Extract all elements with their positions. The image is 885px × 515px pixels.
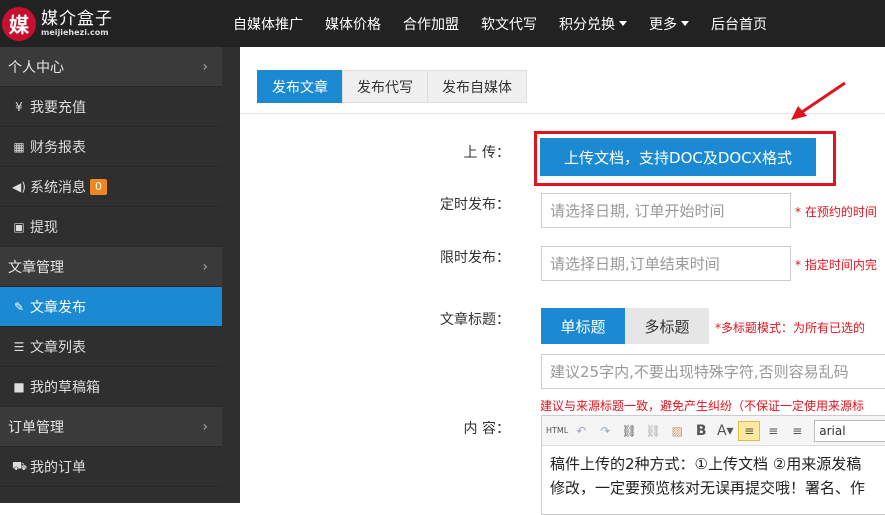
align-right-icon[interactable]: ≡ <box>786 421 808 441</box>
sidebar-item-label: 文章发布 <box>30 299 86 316</box>
nav-item-copywriting[interactable]: 软文代写 <box>470 0 548 47</box>
sidebar-item-messages[interactable]: ◀) 系统消息 0 <box>0 167 222 207</box>
sidebar-item-my-orders[interactable]: ⛟ 我的订单 <box>0 447 222 487</box>
sidebar-item-drafts[interactable]: ■ 我的草稿箱 <box>0 367 222 407</box>
speaker-icon: ◀) <box>12 179 26 194</box>
sidebar-item-label: 财务报表 <box>30 139 86 156</box>
yen-icon: ¥ <box>15 99 23 114</box>
tab-publish-self-media[interactable]: 发布自媒体 <box>427 70 527 103</box>
caret-down-icon <box>619 21 627 26</box>
sidebar-item-label: 文章列表 <box>30 339 86 356</box>
sidebar-group-personal[interactable]: 个人中心 › <box>0 47 222 87</box>
schedule-date-input[interactable]: 请选择日期, 订单开始时间 <box>541 193 791 228</box>
nav-label: 更多 <box>649 16 677 33</box>
logo-text: 媒介盒子 meijiehezi.com <box>41 10 113 38</box>
editor-toolbar: HTML ↶ ↷ ⛓ ⛓ ▨ B A▾ ≡ ≡ ≡ arial <box>542 416 885 446</box>
deadline-hint: * 指定时间内完 <box>795 258 877 272</box>
sidebar-item-label: 文章管理 <box>8 259 64 276</box>
sidebar-item-label: 我的订单 <box>30 459 86 476</box>
sidebar-item-publish-article[interactable]: ✎ 文章发布 <box>0 287 222 327</box>
sidebar-item-label: 我要充值 <box>30 99 86 116</box>
deadline-label: 限时发布： <box>440 250 510 266</box>
red-arrow-icon <box>791 81 846 120</box>
chevron-right-icon: › <box>202 419 208 435</box>
sidebar-item-withdraw[interactable]: ▣ 提现 <box>0 207 222 247</box>
editor-content[interactable]: 稿件上传的2种方式：①上传文档 ②用来源发稿 修改，一定要预览核对无误再提交哦！… <box>542 446 885 506</box>
nav-label: 后台首页 <box>711 16 767 33</box>
nav-item-partnership[interactable]: 合作加盟 <box>392 0 470 47</box>
nav-item-dashboard[interactable]: 后台首页 <box>700 0 778 47</box>
nav-label: 软文代写 <box>481 16 537 33</box>
sidebar-group-articles[interactable]: 文章管理 › <box>0 247 222 287</box>
undo-icon[interactable]: ↶ <box>570 421 592 441</box>
sidebar: 个人中心 › ¥ 我要充值 ▦ 财务报表 ◀) 系统消息 0 ▣ 提现 文章管理… <box>0 47 222 503</box>
sidebar-item-label: 我的草稿箱 <box>30 379 100 396</box>
publish-tabs: 发布文章 发布代写 发布自媒体 <box>257 70 527 103</box>
table-icon: ▦ <box>13 139 25 154</box>
bold-icon[interactable]: B <box>690 421 712 441</box>
logo-mark: 媒 <box>2 6 36 41</box>
sidebar-item-label: 个人中心 <box>8 59 64 76</box>
multi-title-hint: *多标题模式：为所有已选的 <box>715 321 866 335</box>
schedule-hint: * 在预约的时间 <box>795 205 877 219</box>
align-center-icon[interactable]: ≡ <box>762 421 784 441</box>
cash-icon: ▣ <box>13 219 25 234</box>
nav-label: 积分兑换 <box>559 16 615 33</box>
sidebar-item-recharge[interactable]: ¥ 我要充值 <box>0 87 222 127</box>
message-count-badge: 0 <box>90 178 107 195</box>
schedule-label: 定时发布： <box>440 197 510 213</box>
image-icon[interactable]: ▨ <box>666 421 688 441</box>
nav-label: 自媒体推广 <box>233 16 303 33</box>
title-warning: 建议与来源标题一致，避免产生纠纷（不保证一定使用来源标 <box>540 399 865 413</box>
chevron-right-icon: › <box>202 59 208 75</box>
nav-label: 合作加盟 <box>403 16 459 33</box>
cart-icon: ⛟ <box>12 458 28 473</box>
nav-item-promotion[interactable]: 自媒体推广 <box>222 0 314 47</box>
font-color-icon[interactable]: A▾ <box>714 421 736 441</box>
sidebar-item-article-list[interactable]: ☰ 文章列表 <box>0 327 222 367</box>
nav-label: 媒体价格 <box>325 16 381 33</box>
nav-item-points[interactable]: 积分兑换 <box>548 0 638 47</box>
title-input[interactable]: 建议25字内,不要出现特殊字符,否则容易乱码 <box>541 354 885 389</box>
sidebar-gutter <box>222 47 240 503</box>
upload-document-button[interactable]: 上传文档，支持DOC及DOCX格式 <box>540 138 816 176</box>
upload-label: 上 传： <box>463 145 510 161</box>
sidebar-item-label: 订单管理 <box>8 419 64 436</box>
tab-publish-ghostwriting[interactable]: 发布代写 <box>342 70 428 103</box>
sidebar-group-orders[interactable]: 订单管理 › <box>0 407 222 447</box>
video-icon: ■ <box>13 379 25 394</box>
tab-publish-article[interactable]: 发布文章 <box>257 70 343 103</box>
content-label: 内 容： <box>463 421 510 437</box>
nav-item-media-price[interactable]: 媒体价格 <box>314 0 392 47</box>
link-icon[interactable]: ⛓ <box>618 421 640 441</box>
deadline-date-input[interactable]: 请选择日期,订单结束时间 <box>541 246 791 281</box>
redo-icon[interactable]: ↷ <box>594 421 616 441</box>
align-left-icon[interactable]: ≡ <box>738 420 761 441</box>
chevron-right-icon: › <box>202 259 208 275</box>
main-nav: 自媒体推广 媒体价格 合作加盟 软文代写 积分兑换 更多 后台首页 <box>222 0 778 47</box>
editor-line: 修改，一定要预览核对无误再提交哦！署名、作 <box>550 479 866 497</box>
editor-line: 稿件上传的2种方式：①上传文档 ②用来源发稿 <box>550 455 862 473</box>
nav-item-more[interactable]: 更多 <box>638 0 700 47</box>
brand-domain: meijiehezi.com <box>41 27 109 37</box>
multi-title-button[interactable]: 多标题 <box>625 308 709 344</box>
sidebar-item-label: 提现 <box>30 219 58 236</box>
rich-text-editor[interactable]: HTML ↶ ↷ ⛓ ⛓ ▨ B A▾ ≡ ≡ ≡ arial 稿件上传的2种方… <box>541 415 885 515</box>
brand-name: 媒介盒子 <box>41 8 113 29</box>
font-family-select[interactable]: arial <box>814 419 885 442</box>
list-icon: ☰ <box>13 339 25 354</box>
html-source-icon[interactable]: HTML <box>546 421 568 441</box>
sidebar-item-finance[interactable]: ▦ 财务报表 <box>0 127 222 167</box>
top-navbar: 媒 媒介盒子 meijiehezi.com 自媒体推广 媒体价格 合作加盟 软文… <box>0 0 885 47</box>
single-title-button[interactable]: 单标题 <box>541 308 625 344</box>
caret-down-icon <box>681 21 689 26</box>
logo[interactable]: 媒 媒介盒子 meijiehezi.com <box>0 0 222 47</box>
main-content: 发布文章 发布代写 发布自媒体 上 传： 上传文档，支持DOC及DOCX格式 定… <box>240 47 885 515</box>
unlink-icon[interactable]: ⛓ <box>642 421 664 441</box>
sidebar-item-label: 系统消息 <box>30 179 86 196</box>
edit-icon: ✎ <box>13 299 25 314</box>
title-label: 文章标题： <box>440 312 510 328</box>
